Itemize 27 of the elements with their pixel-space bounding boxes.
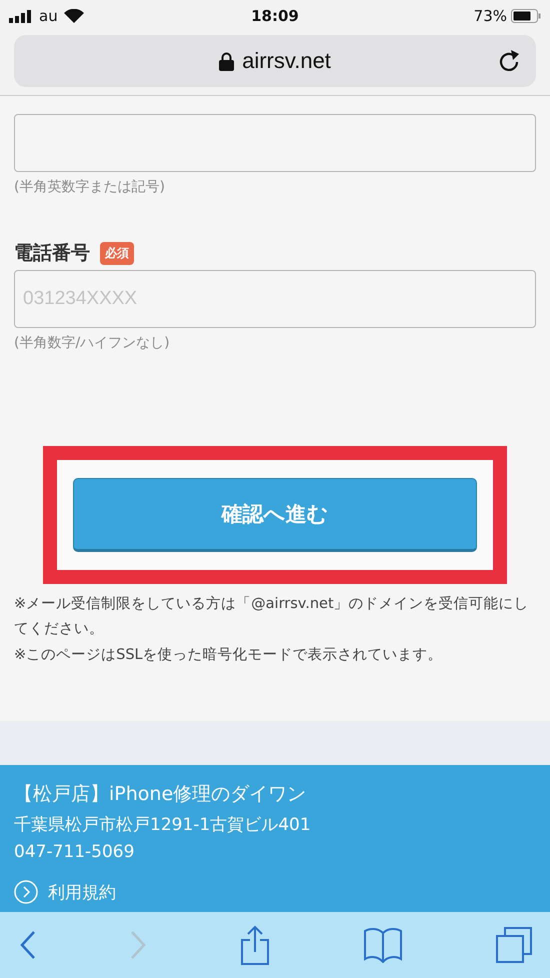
carrier-name: au: [39, 7, 58, 25]
clock-time: 18:09: [251, 7, 299, 25]
confirm-button[interactable]: 確認へ進む: [73, 478, 477, 552]
battery-icon: [511, 9, 541, 23]
url-text: airrsv.net: [242, 48, 331, 74]
terms-link[interactable]: 利用規約: [48, 880, 116, 904]
reload-icon[interactable]: [498, 49, 522, 73]
share-button[interactable]: [240, 925, 270, 965]
shop-phone: 047-711-5069: [14, 842, 136, 862]
wifi-icon: [64, 9, 84, 23]
tabs-button[interactable]: [496, 927, 532, 963]
chevron-circle-icon: [14, 880, 38, 904]
back-button[interactable]: [20, 930, 36, 960]
note-text: ※このページはSSLを使った暗号化モードで表示されています。: [14, 646, 444, 665]
shop-address: 千葉県松戸市松戸1291-1古賀ビル401: [14, 814, 312, 836]
input-field[interactable]: [14, 114, 536, 172]
field-label: 電話番号: [14, 241, 90, 266]
battery-percent: 73%: [474, 7, 507, 25]
field-hint: (半角数字/ハイフンなし): [14, 334, 171, 352]
required-badge: 必須: [100, 242, 134, 264]
field-hint: (半角英数字または記号): [14, 178, 166, 196]
address-bar[interactable]: airrsv.net: [14, 35, 536, 87]
lock-icon: [219, 52, 234, 70]
signal-icon: [9, 10, 33, 22]
note-text: ※メール受信制限をしている方は「@airrsv.net」のドメインを受信可能にしてください。: [14, 594, 530, 640]
bookmarks-button[interactable]: [364, 927, 402, 963]
shop-name: 【松戸店】iPhone修理のダイワン: [14, 782, 308, 807]
